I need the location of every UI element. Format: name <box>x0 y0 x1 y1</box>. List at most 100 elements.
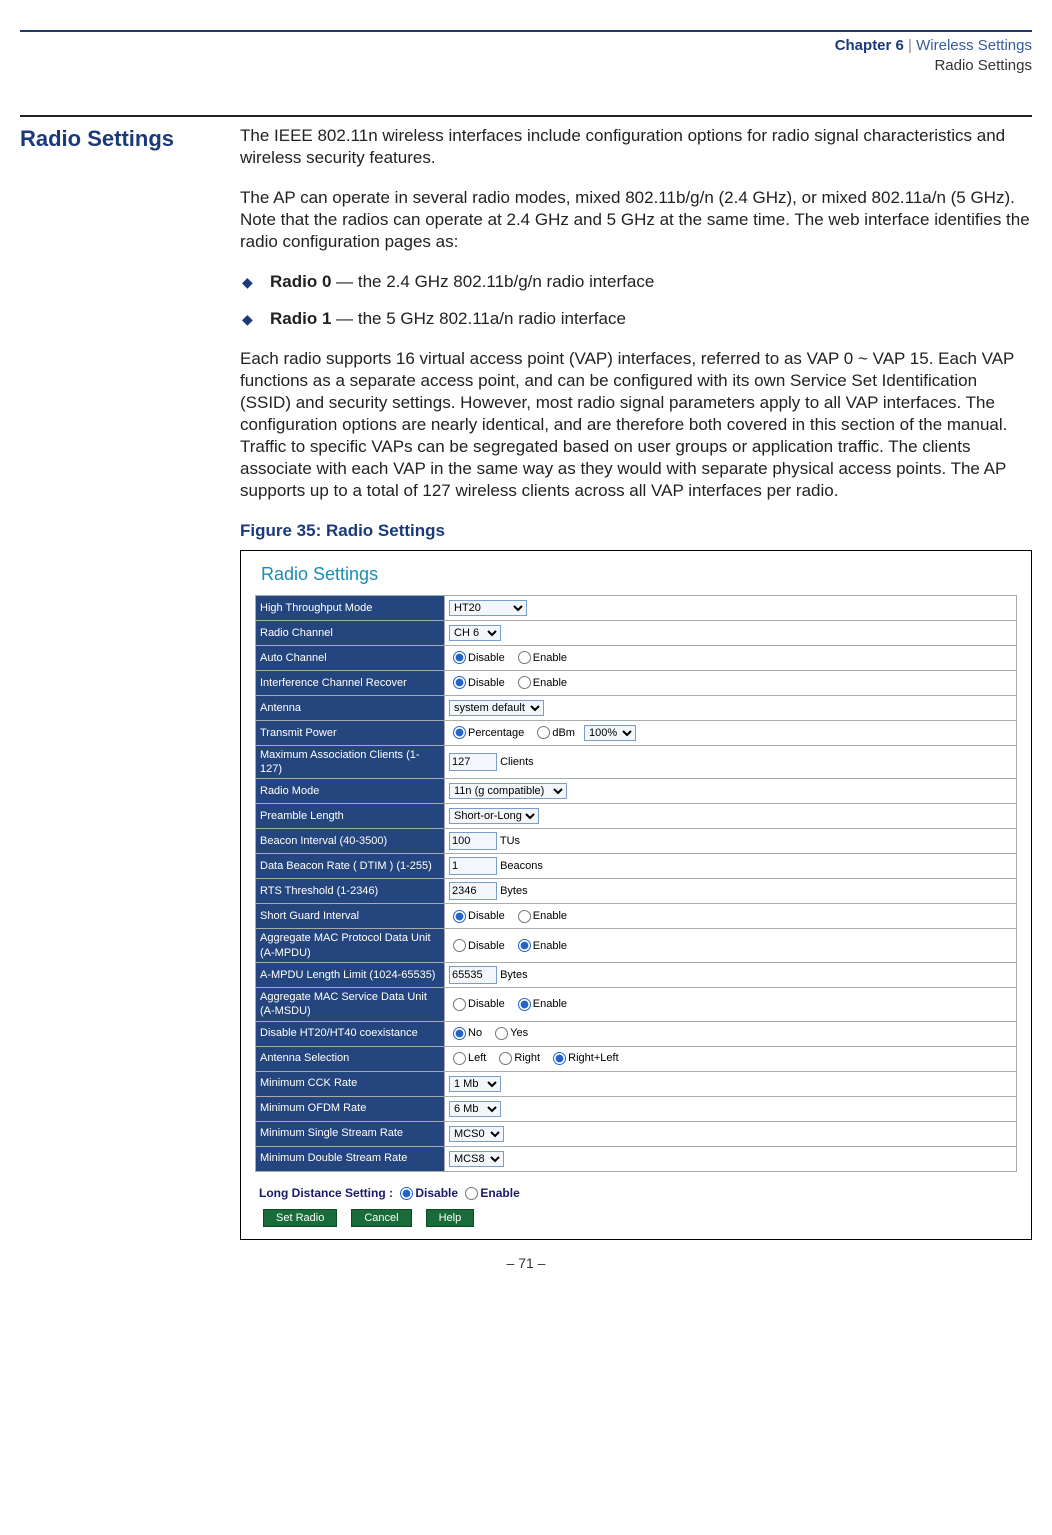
radio-tx-percentage[interactable] <box>453 726 466 739</box>
select-min-ss[interactable]: MCS0 <box>449 1126 504 1142</box>
input-ampdu-len[interactable] <box>449 966 497 984</box>
bullet-radio0-bold: Radio 0 <box>270 272 331 291</box>
bullet-radio0-rest: — the 2.4 GHz 802.11b/g/n radio interfac… <box>331 272 654 291</box>
radio-ampdu-disable[interactable] <box>453 939 466 952</box>
radio-icr-disable[interactable] <box>453 676 466 689</box>
select-tx-power[interactable]: 100% <box>584 725 636 741</box>
bullet-radio1: Radio 1 — the 5 GHz 802.11a/n radio inte… <box>240 308 1032 330</box>
select-radio-mode[interactable]: 11n (g compatible) <box>449 783 567 799</box>
label-ant-sel: Antenna Selection <box>256 1046 445 1071</box>
unit-rts: Bytes <box>500 885 528 897</box>
row-min-ds: Minimum Double Stream Rate MCS8 <box>256 1146 1017 1171</box>
help-button[interactable]: Help <box>426 1209 475 1227</box>
unit-beacon: TUs <box>500 835 520 847</box>
longdist-disable-text: Disable <box>415 1186 458 1200</box>
row-min-ss: Minimum Single Stream Rate MCS0 <box>256 1121 1017 1146</box>
figure-caption: Figure 35: Radio Settings <box>240 520 1032 542</box>
radio-ant-rightleft[interactable] <box>553 1052 566 1065</box>
row-sgi: Short Guard Interval Disable Enable <box>256 904 1017 929</box>
row-max-assoc: Maximum Association Clients (1-127) Clie… <box>256 745 1017 779</box>
amsdu-enable-text: Enable <box>533 998 567 1010</box>
figure-panel-title: Radio Settings <box>261 563 1017 586</box>
row-beacon: Beacon Interval (40-3500) TUs <box>256 829 1017 854</box>
longdist-enable-text: Enable <box>480 1186 519 1200</box>
label-amsdu: Aggregate MAC Service Data Unit (A-MSDU) <box>256 987 445 1021</box>
label-antenna: Antenna <box>256 695 445 720</box>
radio-ant-left[interactable] <box>453 1052 466 1065</box>
label-auto-channel: Auto Channel <box>256 645 445 670</box>
section-rule <box>20 115 1032 117</box>
ant-right-text: Right <box>514 1052 540 1064</box>
radio-ht-coex-yes[interactable] <box>495 1027 508 1040</box>
label-radio-channel: Radio Channel <box>256 620 445 645</box>
row-ampdu: Aggregate MAC Protocol Data Unit (A-MPDU… <box>256 929 1017 963</box>
row-radio-mode: Radio Mode 11n (g compatible) <box>256 779 1017 804</box>
radio-sgi-disable[interactable] <box>453 910 466 923</box>
amsdu-disable-text: Disable <box>468 998 505 1010</box>
ant-left-text: Left <box>468 1052 486 1064</box>
row-preamble: Preamble Length Short-or-Long <box>256 804 1017 829</box>
row-ampdu-len: A-MPDU Length Limit (1024-65535) Bytes <box>256 962 1017 987</box>
row-ht-coex: Disable HT20/HT40 coexistance No Yes <box>256 1021 1017 1046</box>
sgi-disable-text: Disable <box>468 910 505 922</box>
radio-amsdu-disable[interactable] <box>453 998 466 1011</box>
bullet-list: Radio 0 — the 2.4 GHz 802.11b/g/n radio … <box>240 271 1032 329</box>
para-1: The IEEE 802.11n wireless interfaces inc… <box>240 125 1032 169</box>
input-beacon[interactable] <box>449 832 497 850</box>
select-min-cck[interactable]: 1 Mb <box>449 1076 501 1092</box>
input-rts[interactable] <box>449 882 497 900</box>
label-dtim: Data Beacon Rate ( DTIM ) (1-255) <box>256 854 445 879</box>
cancel-button[interactable]: Cancel <box>351 1209 411 1227</box>
radio-icr-enable[interactable] <box>518 676 531 689</box>
row-tx-power: Transmit Power Percentage dBm 100% <box>256 720 1017 745</box>
auto-channel-enable-text: Enable <box>533 652 567 664</box>
row-icr: Interference Channel Recover Disable Ena… <box>256 670 1017 695</box>
unit-ampdu-len: Bytes <box>500 969 528 981</box>
radio-ampdu-enable[interactable] <box>518 939 531 952</box>
select-min-ofdm[interactable]: 6 Mb <box>449 1101 501 1117</box>
radio-sgi-enable[interactable] <box>518 910 531 923</box>
header-separator: | <box>908 37 916 54</box>
row-ht-mode: High Throughput Mode HT20 <box>256 595 1017 620</box>
radio-amsdu-enable[interactable] <box>518 998 531 1011</box>
radio-ht-coex-no[interactable] <box>453 1027 466 1040</box>
select-radio-channel[interactable]: CH 6 <box>449 625 501 641</box>
settings-table: High Throughput Mode HT20 Radio Channel … <box>255 595 1017 1172</box>
ht-coex-yes-text: Yes <box>510 1027 528 1039</box>
select-antenna[interactable]: system default <box>449 700 544 716</box>
radio-longdist-disable[interactable] <box>400 1187 413 1200</box>
radio-ant-right[interactable] <box>499 1052 512 1065</box>
long-distance-label: Long Distance Setting : <box>259 1186 393 1200</box>
set-radio-button[interactable]: Set Radio <box>263 1209 337 1227</box>
label-max-assoc: Maximum Association Clients (1-127) <box>256 745 445 779</box>
row-ant-sel: Antenna Selection Left Right Right+Left <box>256 1046 1017 1071</box>
radio-auto-channel-enable[interactable] <box>518 651 531 664</box>
label-ht-coex: Disable HT20/HT40 coexistance <box>256 1021 445 1046</box>
row-amsdu: Aggregate MAC Service Data Unit (A-MSDU)… <box>256 987 1017 1021</box>
figure-frame: Radio Settings High Throughput Mode HT20… <box>240 550 1032 1240</box>
row-dtim: Data Beacon Rate ( DTIM ) (1-255) Beacon… <box>256 854 1017 879</box>
input-max-assoc[interactable] <box>449 753 497 771</box>
bullet-radio1-bold: Radio 1 <box>270 309 331 328</box>
row-rts: RTS Threshold (1-2346) Bytes <box>256 879 1017 904</box>
label-ampdu-len: A-MPDU Length Limit (1024-65535) <box>256 962 445 987</box>
chapter-prefix: Chapter 6 <box>835 37 904 54</box>
radio-tx-dbm[interactable] <box>537 726 550 739</box>
button-row: Set Radio Cancel Help <box>263 1209 1017 1227</box>
input-dtim[interactable] <box>449 857 497 875</box>
row-min-ofdm: Minimum OFDM Rate 6 Mb <box>256 1096 1017 1121</box>
header-subtitle: Radio Settings <box>934 57 1032 74</box>
unit-max-assoc: Clients <box>500 756 534 768</box>
radio-auto-channel-disable[interactable] <box>453 651 466 664</box>
unit-dtim: Beacons <box>500 860 543 872</box>
header-text: Chapter 6 | Wireless Settings Radio Sett… <box>20 36 1032 75</box>
radio-longdist-enable[interactable] <box>465 1187 478 1200</box>
select-min-ds[interactable]: MCS8 <box>449 1151 504 1167</box>
bullet-radio1-rest: — the 5 GHz 802.11a/n radio interface <box>331 309 626 328</box>
tx-dbm-text: dBm <box>552 727 575 739</box>
select-ht-mode[interactable]: HT20 <box>449 600 527 616</box>
tx-percentage-text: Percentage <box>468 727 524 739</box>
page-footer: – 71 – <box>20 1254 1032 1272</box>
select-preamble[interactable]: Short-or-Long <box>449 808 539 824</box>
label-sgi: Short Guard Interval <box>256 904 445 929</box>
